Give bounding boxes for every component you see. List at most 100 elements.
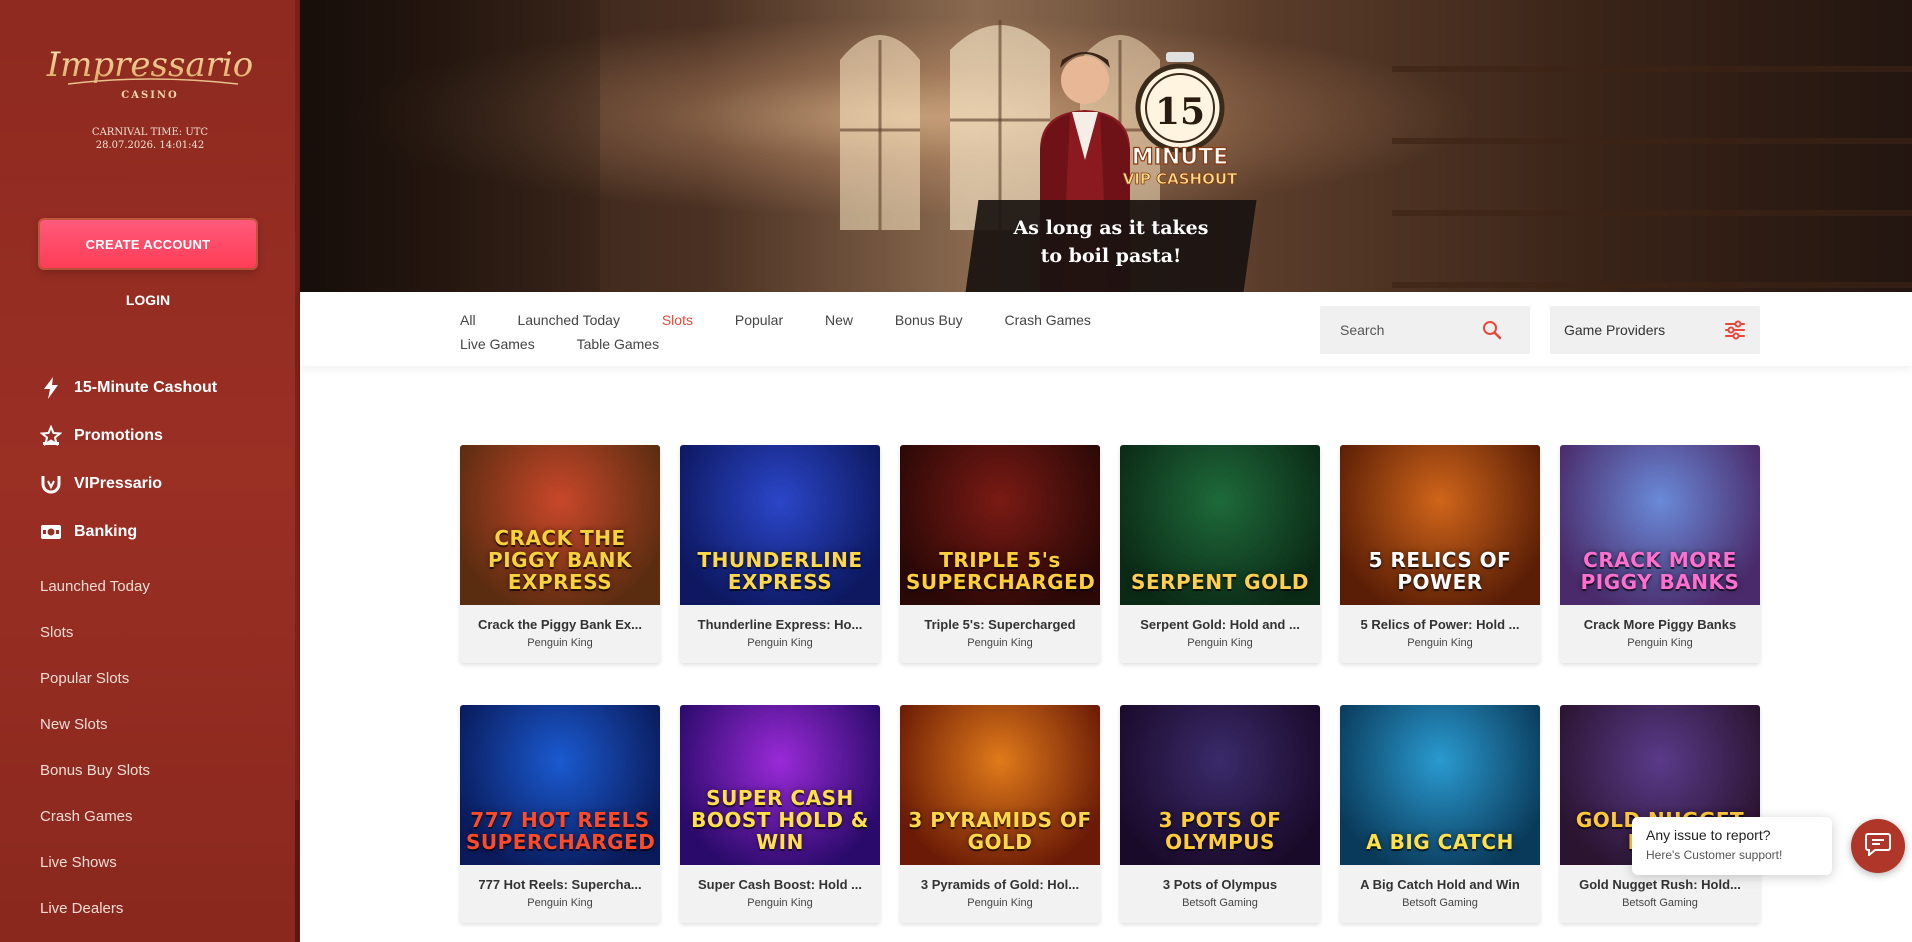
category-slots[interactable]: Slots bbox=[40, 610, 150, 656]
game-logo-text: THUNDERLINE EXPRESS bbox=[697, 548, 863, 594]
game-thumbnail[interactable]: SERPENT GOLD bbox=[1120, 445, 1320, 605]
category-bonus-buy-slots[interactable]: Bonus Buy Slots bbox=[40, 748, 150, 794]
game-title: 3 Pots of Olympus bbox=[1162, 877, 1278, 892]
game-logo-text: 5 RELICS OF POWER bbox=[1368, 548, 1512, 594]
tab-new[interactable]: New bbox=[825, 308, 853, 332]
game-title: Gold Nugget Rush: Hold... bbox=[1579, 877, 1741, 892]
nav-item-banking[interactable]: Banking bbox=[40, 508, 217, 556]
nav-item-15-minute-cashout[interactable]: 15-Minute Cashout bbox=[40, 364, 217, 412]
tab-table-games[interactable]: Table Games bbox=[577, 332, 659, 356]
badge-number: 15 bbox=[1155, 91, 1205, 133]
game-thumbnail[interactable]: 777 HOT REELS SUPERCHARGED bbox=[460, 705, 660, 865]
support-line2: Here's Customer support! bbox=[1646, 848, 1783, 862]
game-provider: Betsoft Gaming bbox=[1402, 897, 1478, 909]
category-new-slots[interactable]: New Slots bbox=[40, 702, 150, 748]
category-live-shows[interactable]: Live Shows bbox=[40, 840, 150, 886]
vip-icon bbox=[40, 473, 62, 495]
search-input[interactable] bbox=[1340, 322, 1500, 338]
login-link[interactable]: LOGIN bbox=[0, 292, 296, 308]
tab-popular[interactable]: Popular bbox=[735, 308, 783, 332]
game-thumbnail[interactable]: A BIG CATCH bbox=[1340, 705, 1540, 865]
game-thumbnail[interactable]: THUNDERLINE EXPRESS bbox=[680, 445, 880, 605]
game-thumbnail[interactable]: 3 POTS OF OLYMPUS bbox=[1120, 705, 1320, 865]
game-thumbnail[interactable]: CRACK THE PIGGY BANK EXPRESS bbox=[460, 445, 660, 605]
sidebar: Impressario CASINO CARNIVAL TIME: UTC 28… bbox=[0, 0, 300, 942]
nav-item-promotions[interactable]: Promotions bbox=[40, 412, 217, 460]
game-card[interactable]: CRACK MORE PIGGY BANKS Crack More Piggy B… bbox=[1560, 445, 1760, 663]
game-logo-text: 3 POTS OF OLYMPUS bbox=[1158, 808, 1282, 854]
category-popular-slots[interactable]: Popular Slots bbox=[40, 656, 150, 702]
star-badge-icon bbox=[40, 425, 62, 447]
badge-line2: VIP CASHOUT bbox=[1123, 170, 1238, 188]
game-card[interactable]: SUPER CASH BOOST HOLD & WIN Super Cash Bo… bbox=[680, 705, 880, 923]
game-thumbnail[interactable]: CRACK MORE PIGGY BANKS bbox=[1560, 445, 1760, 605]
game-card[interactable]: THUNDERLINE EXPRESS Thunderline Express: … bbox=[680, 445, 880, 663]
game-logo-text: 777 HOT REELS SUPERCHARGED bbox=[466, 808, 656, 854]
hero-tagline-line2: to boil pasta! bbox=[1040, 245, 1182, 267]
game-providers-dropdown[interactable]: Game Providers bbox=[1550, 306, 1760, 354]
category-launched-today[interactable]: Launched Today bbox=[40, 564, 150, 610]
wallet-icon bbox=[40, 521, 62, 543]
game-card[interactable]: 3 PYRAMIDS OF GOLD 3 Pyramids of Gold: Ho… bbox=[900, 705, 1100, 923]
category-nav: Launched Today Slots Popular Slots New S… bbox=[40, 564, 150, 932]
hero-banner[interactable]: 15 MINUTE VIP CASHOUT As long as it take… bbox=[300, 0, 1912, 292]
game-card[interactable]: 5 RELICS OF POWER 5 Relics of Power: Hold… bbox=[1340, 445, 1540, 663]
filter-bar: All Launched Today Slots Popular New Bon… bbox=[300, 292, 1912, 366]
game-title: Crack the Piggy Bank Ex... bbox=[477, 617, 642, 632]
game-provider: Penguin King bbox=[1627, 637, 1693, 649]
sidebar-scrollbar[interactable] bbox=[295, 0, 299, 942]
tab-slots[interactable]: Slots bbox=[662, 308, 693, 332]
game-logo-text: SERPENT GOLD bbox=[1131, 570, 1309, 594]
search-icon[interactable] bbox=[1482, 320, 1502, 345]
category-live-dealers[interactable]: Live Dealers bbox=[40, 886, 150, 932]
game-card[interactable]: CRACK THE PIGGY BANK EXPRESS Crack the Pi… bbox=[460, 445, 660, 663]
game-card[interactable]: 3 POTS OF OLYMPUS 3 Pots of Olympus Betsof… bbox=[1120, 705, 1320, 923]
filter-sliders-icon bbox=[1724, 320, 1746, 345]
carnival-clock: CARNIVAL TIME: UTC 28.07.2026. 14:01:42 bbox=[0, 126, 299, 152]
game-card[interactable]: GOLD NUGGET RUSHGold Nugget Rush: Hold..… bbox=[1560, 705, 1760, 923]
game-title: 3 Pyramids of Gold: Hol... bbox=[920, 877, 1080, 892]
create-account-button[interactable]: CREATE ACCOUNT bbox=[40, 220, 256, 268]
category-tabs: All Launched Today Slots Popular New Bon… bbox=[460, 308, 1220, 356]
carnival-time: 28.07.2026. 14:01:42 bbox=[95, 140, 205, 151]
game-card[interactable]: SERPENT GOLD Serpent Gold: Hold and ... Pe… bbox=[1120, 445, 1320, 663]
game-title: 5 Relics of Power: Hold ... bbox=[1360, 617, 1520, 632]
game-provider: Penguin King bbox=[967, 637, 1033, 649]
providers-label: Game Providers bbox=[1564, 322, 1666, 338]
game-provider: Penguin King bbox=[527, 897, 593, 909]
category-crash-games[interactable]: Crash Games bbox=[40, 794, 150, 840]
badge-line1: MINUTE bbox=[1132, 145, 1228, 170]
tab-launched-today[interactable]: Launched Today bbox=[517, 308, 620, 332]
main-nav: 15-Minute Cashout Promotions VIPressario… bbox=[40, 364, 217, 556]
support-bubble[interactable]: Any issue to report? Here's Customer sup… bbox=[1632, 817, 1832, 875]
game-card[interactable]: TRIPLE 5's SUPERCHARGED Triple 5's: Super… bbox=[900, 445, 1100, 663]
game-provider: Penguin King bbox=[1187, 637, 1253, 649]
game-thumbnail[interactable]: TRIPLE 5's SUPERCHARGED bbox=[900, 445, 1100, 605]
game-search bbox=[1320, 306, 1530, 354]
tab-crash-games[interactable]: Crash Games bbox=[1005, 308, 1091, 332]
tab-live-games[interactable]: Live Games bbox=[460, 332, 535, 356]
game-provider: Penguin King bbox=[1407, 637, 1473, 649]
nav-item-vipressario[interactable]: VIPressario bbox=[40, 460, 217, 508]
game-thumbnail[interactable]: 3 PYRAMIDS OF GOLD bbox=[900, 705, 1100, 865]
nav-label: Promotions bbox=[74, 427, 163, 444]
brand-logo[interactable]: Impressario CASINO bbox=[38, 34, 262, 104]
tab-bonus-buy[interactable]: Bonus Buy bbox=[895, 308, 963, 332]
game-provider: Penguin King bbox=[747, 897, 813, 909]
game-thumbnail[interactable]: 5 RELICS OF POWER bbox=[1340, 445, 1540, 605]
game-title: Serpent Gold: Hold and ... bbox=[1140, 617, 1300, 632]
tab-all[interactable]: All bbox=[460, 308, 476, 332]
game-title: Super Cash Boost: Hold ... bbox=[698, 877, 862, 892]
game-logo-text: A BIG CATCH bbox=[1366, 830, 1514, 854]
game-card[interactable]: A BIG CATCH A Big Catch Hold and Win Betso… bbox=[1340, 705, 1540, 923]
support-chat-button[interactable] bbox=[1851, 819, 1905, 873]
game-provider: Betsoft Gaming bbox=[1622, 897, 1698, 909]
game-thumbnail[interactable]: SUPER CASH BOOST HOLD & WIN bbox=[680, 705, 880, 865]
vip-cashout-badge: 15 MINUTE VIP CASHOUT bbox=[1122, 52, 1238, 188]
game-logo-text: CRACK THE PIGGY BANK EXPRESS bbox=[488, 526, 632, 594]
scrollbar-thumb[interactable] bbox=[295, 800, 299, 942]
nav-label: Banking bbox=[74, 523, 138, 540]
hero-shelf-left bbox=[300, 0, 600, 292]
game-title: Thunderline Express: Ho... bbox=[697, 617, 863, 632]
game-card[interactable]: 777 HOT REELS SUPERCHARGED 777 Hot Reels:… bbox=[460, 705, 660, 923]
